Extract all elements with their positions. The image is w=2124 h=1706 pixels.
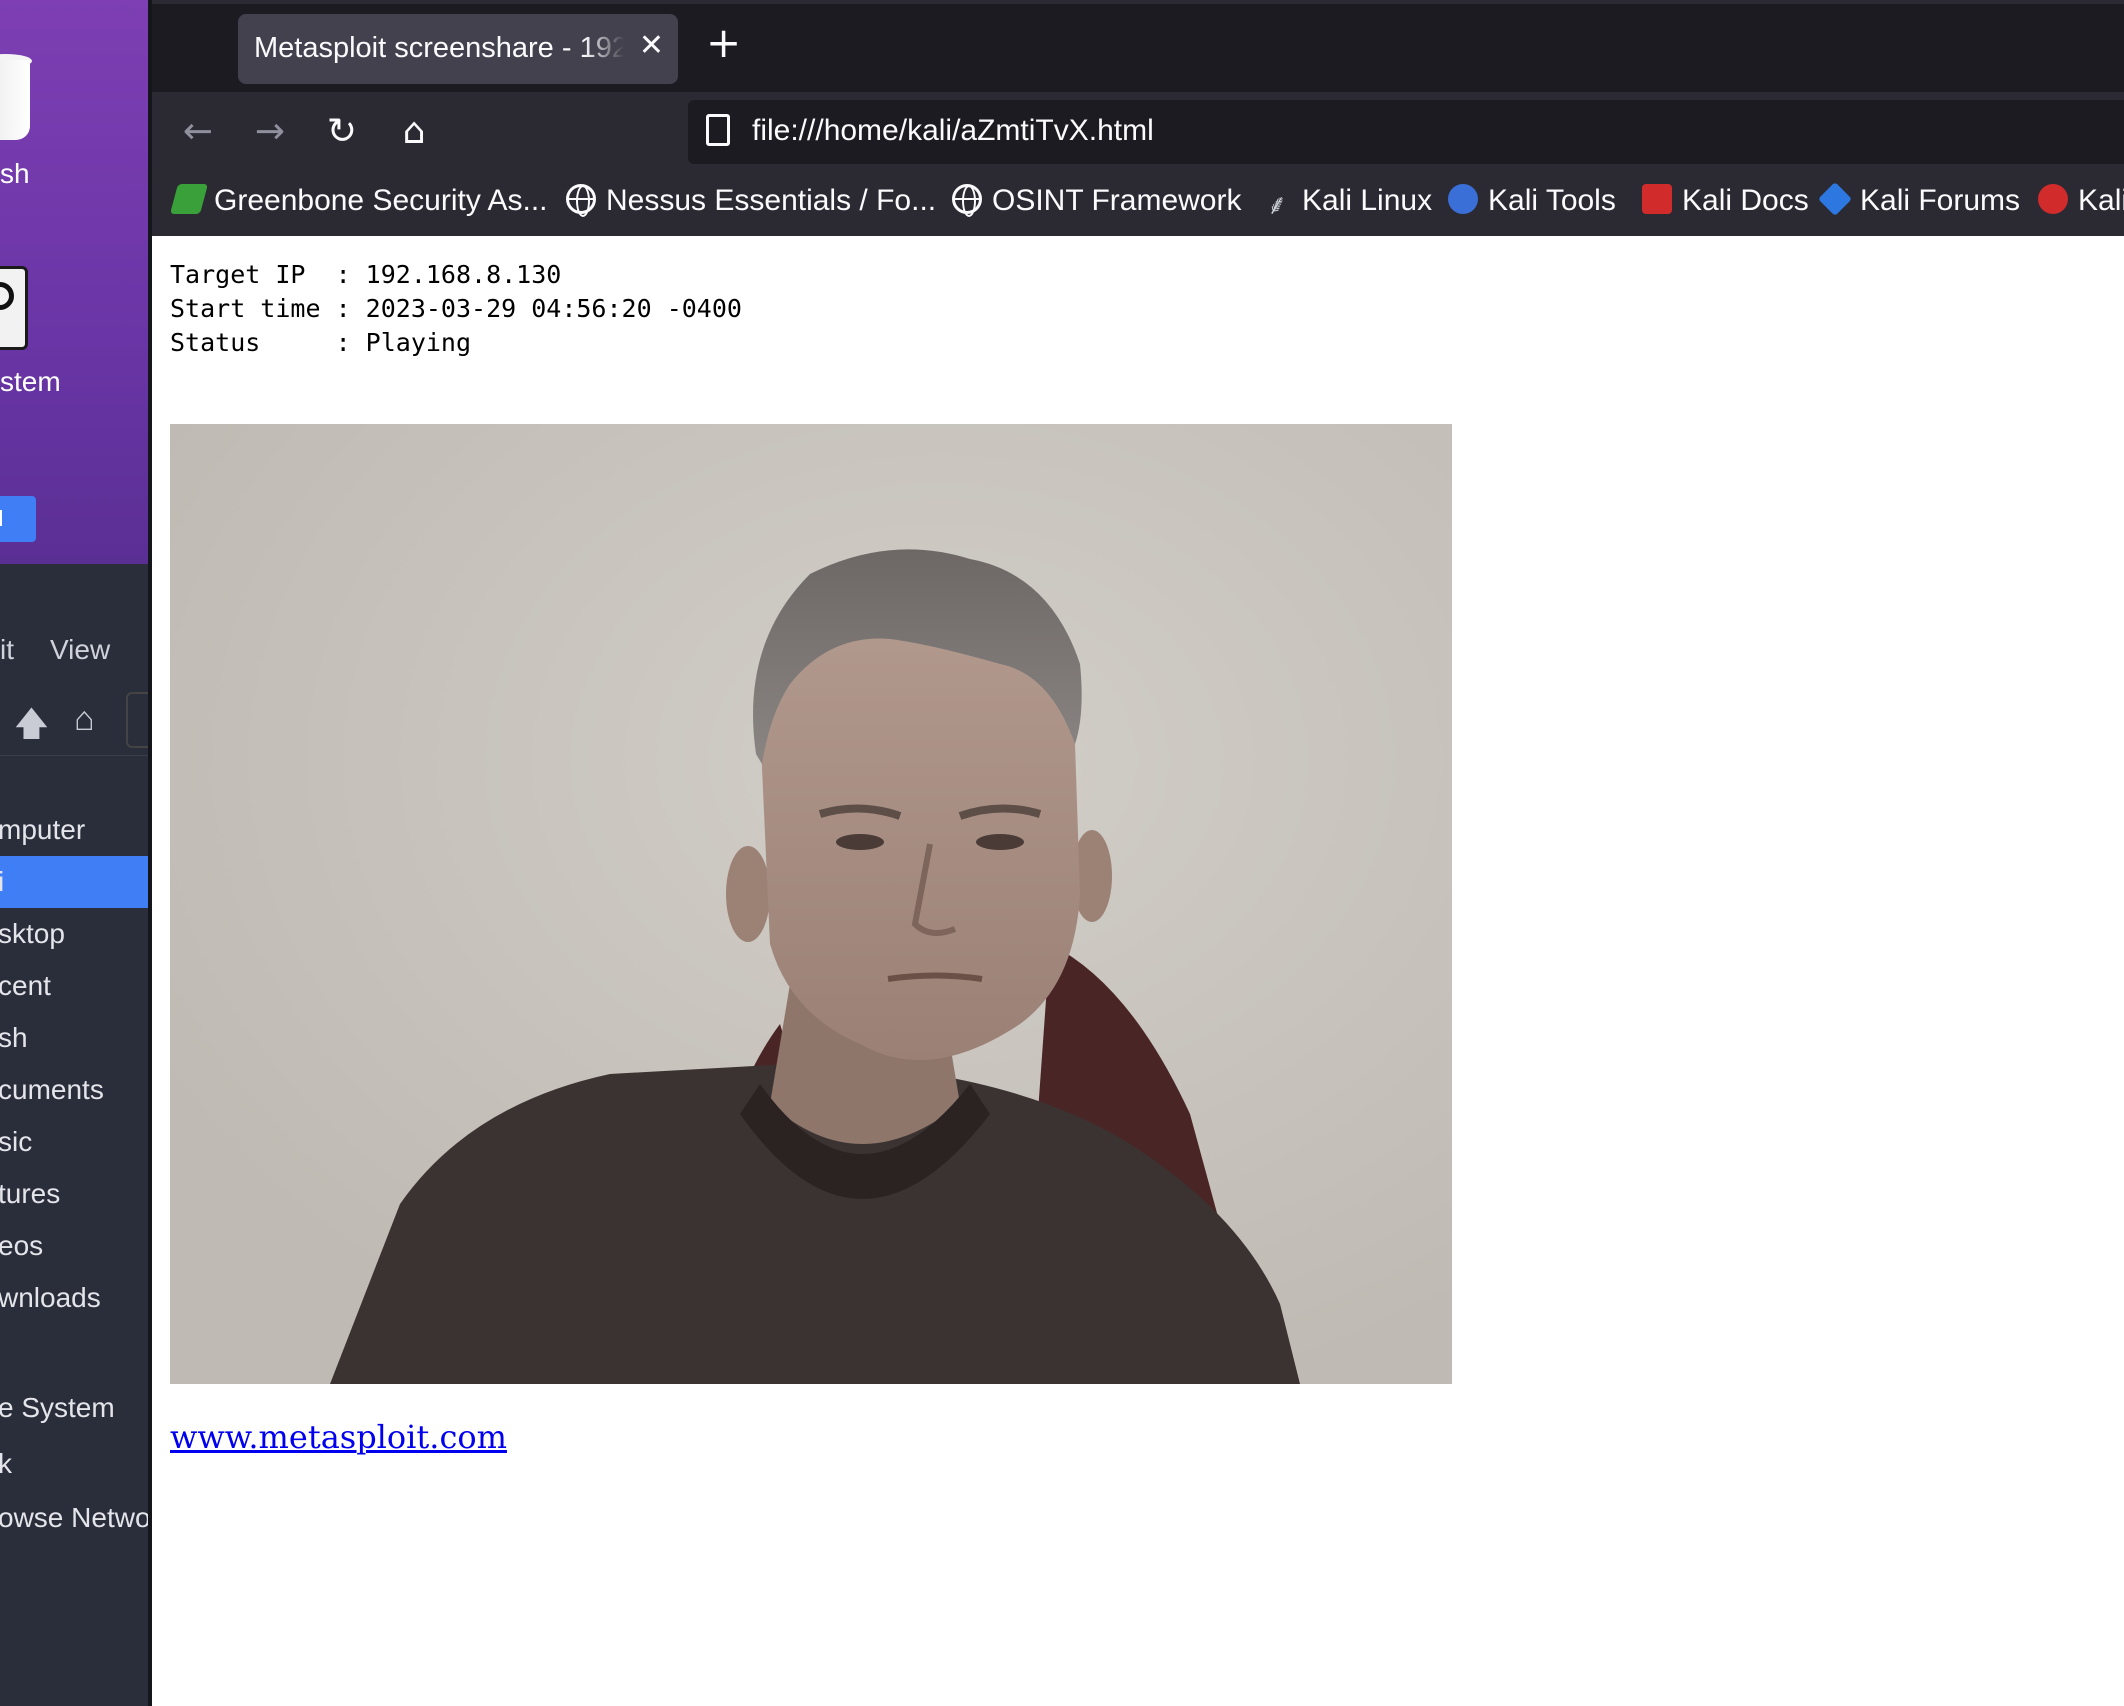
desktop-icon-label-trash[interactable]: sh bbox=[0, 158, 30, 190]
place-documents[interactable]: cuments bbox=[0, 1064, 148, 1116]
kali-forums-icon bbox=[1818, 182, 1852, 216]
kali-docs-icon bbox=[1642, 184, 1672, 214]
back-arrow-icon[interactable]: ← bbox=[176, 110, 220, 154]
trash-icon[interactable] bbox=[0, 60, 30, 140]
file-manager-window: it View 🡅 ⌂ mputer i sktop cent sh cumen… bbox=[0, 564, 148, 1706]
place-computer[interactable]: mputer bbox=[0, 804, 148, 856]
webcam-frame-illustration bbox=[170, 424, 1452, 1384]
place-label: tures bbox=[0, 1178, 61, 1209]
home-icon[interactable]: ⌂ bbox=[74, 700, 95, 739]
status-line: Status : Playing bbox=[170, 328, 472, 357]
bookmark-label: Greenbone Security As... bbox=[214, 184, 548, 217]
place-recent[interactable]: cent bbox=[0, 960, 148, 1012]
location-bar[interactable] bbox=[126, 692, 148, 748]
forward-arrow-icon[interactable]: → bbox=[248, 110, 292, 154]
bookmark-kali-forums[interactable]: Kali Forums bbox=[1818, 182, 2021, 224]
home-icon[interactable]: ⌂ bbox=[392, 110, 436, 154]
url-bar[interactable]: file:///home/kali/aZmtiTvX.html bbox=[688, 100, 2124, 164]
desktop-background: sh stem bbox=[0, 0, 148, 564]
place-label: owse Netwo bbox=[0, 1502, 148, 1533]
bookmark-label: Kali Forums bbox=[1860, 184, 2021, 217]
bookmark-kali-more[interactable]: Kali bbox=[2038, 184, 2124, 224]
place-label: cuments bbox=[0, 1074, 104, 1105]
place-music[interactable]: sic bbox=[0, 1116, 148, 1168]
place-label: sic bbox=[0, 1126, 33, 1157]
url-text[interactable]: file:///home/kali/aZmtiTvX.html bbox=[752, 114, 1154, 148]
place-label: eos bbox=[0, 1230, 44, 1261]
kali-tools-icon bbox=[1448, 184, 1478, 214]
place-label: cent bbox=[0, 970, 51, 1001]
metasploit-link[interactable]: www.metasploit.com bbox=[170, 1418, 507, 1456]
place-label: e System bbox=[0, 1392, 115, 1423]
target-ip-line: Target IP : 192.168.8.130 bbox=[170, 260, 562, 289]
place-label: k bbox=[0, 1448, 12, 1479]
navigation-toolbar: ← → ↻ ⌂ file:///home/kali/aZmtiTvX.html bbox=[152, 92, 2124, 172]
tab-title: Metasploit screenshare - 192.168.8.130 bbox=[254, 32, 624, 65]
tab-bar: Metasploit screenshare - 192.168.8.130 ✕… bbox=[152, 0, 2124, 92]
bookmark-osint[interactable]: OSINT Framework bbox=[952, 184, 1241, 224]
place-browse-network[interactable]: owse Netwo bbox=[0, 1492, 148, 1544]
greenbone-icon bbox=[169, 184, 209, 214]
start-time-line: Start time : 2023-03-29 04:56:20 -0400 bbox=[170, 294, 742, 323]
menu-view[interactable]: View bbox=[50, 634, 110, 666]
bookmark-greenbone[interactable]: Greenbone Security As... bbox=[169, 184, 548, 224]
kali-red-icon bbox=[2038, 184, 2068, 214]
kali-dragon-icon: ⸙ bbox=[1266, 189, 1288, 220]
home-folder-icon[interactable] bbox=[0, 496, 36, 542]
place-label: wnloads bbox=[0, 1282, 101, 1313]
page-content: Target IP : 192.168.8.130 Start time : 20… bbox=[152, 236, 2124, 1706]
place-videos[interactable]: eos bbox=[0, 1220, 148, 1272]
desktop-icon-label-filesystem[interactable]: stem bbox=[0, 366, 61, 398]
bookmark-label: Kali bbox=[2078, 184, 2124, 217]
bookmark-label: Nessus Essentials / Fo... bbox=[606, 184, 937, 217]
browser-window: Metasploit screenshare - 192.168.8.130 ✕… bbox=[148, 0, 2124, 1706]
bookmark-kali-tools[interactable]: Kali Tools bbox=[1448, 184, 1616, 224]
place-trash[interactable]: sh bbox=[0, 1012, 148, 1064]
place-label: mputer bbox=[0, 814, 86, 845]
file-manager-menubar: it View bbox=[0, 634, 148, 670]
place-label: sktop bbox=[0, 918, 65, 949]
reload-icon[interactable]: ↻ bbox=[320, 110, 364, 154]
menu-edit[interactable]: it bbox=[0, 634, 14, 666]
bookmark-nessus[interactable]: Nessus Essentials / Fo... bbox=[566, 184, 936, 224]
up-arrow-icon[interactable]: 🡅 bbox=[14, 700, 49, 757]
bookmark-label: Kali Docs bbox=[1682, 184, 1809, 217]
place-pictures[interactable]: tures bbox=[0, 1168, 148, 1220]
place-desk[interactable]: k bbox=[0, 1438, 148, 1490]
bookmark-label: Kali Tools bbox=[1488, 184, 1616, 217]
bookmark-label: OSINT Framework bbox=[992, 184, 1242, 217]
page-icon bbox=[706, 114, 730, 146]
place-home[interactable]: i bbox=[0, 856, 148, 908]
tab-bar-top-line bbox=[152, 0, 2124, 4]
webcam-stream-image bbox=[170, 424, 1452, 1384]
place-file-system[interactable]: e System bbox=[0, 1382, 148, 1434]
place-label: sh bbox=[0, 1022, 28, 1053]
tab-metasploit-screenshare[interactable]: Metasploit screenshare - 192.168.8.130 ✕ bbox=[238, 14, 678, 84]
globe-icon bbox=[952, 184, 982, 217]
session-info: Target IP : 192.168.8.130 Start time : 20… bbox=[170, 258, 742, 360]
bookmark-kali-linux[interactable]: ⸙ Kali Linux bbox=[1262, 184, 1432, 224]
bookmark-kali-docs[interactable]: Kali Docs bbox=[1642, 184, 1809, 224]
place-label: i bbox=[0, 866, 5, 897]
globe-icon bbox=[566, 184, 596, 217]
close-tab-icon[interactable]: ✕ bbox=[639, 28, 664, 63]
bookmarks-toolbar: Greenbone Security As... Nessus Essentia… bbox=[152, 172, 2124, 236]
new-tab-button[interactable]: + bbox=[706, 18, 741, 67]
place-desktop[interactable]: sktop bbox=[0, 908, 148, 960]
place-downloads[interactable]: wnloads bbox=[0, 1272, 148, 1324]
bookmark-label: Kali Linux bbox=[1302, 184, 1433, 217]
